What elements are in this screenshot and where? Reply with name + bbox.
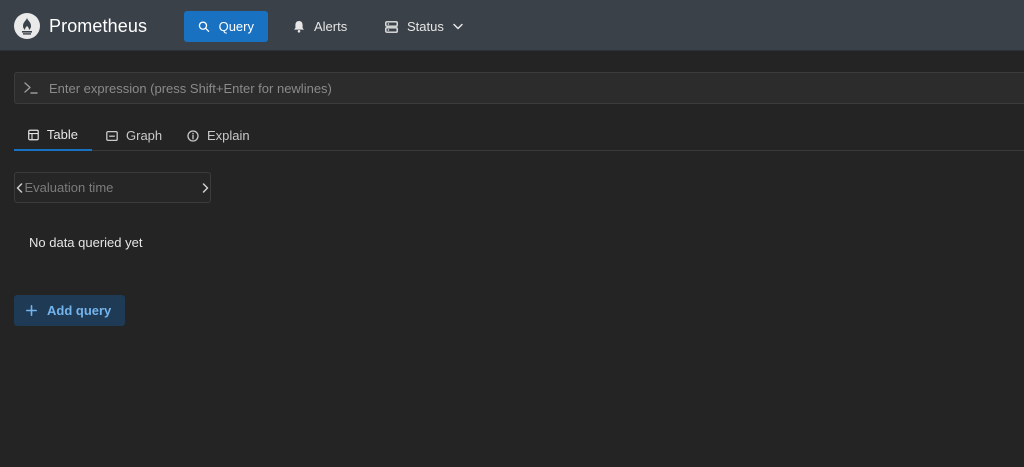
- query-panel-tabs: Table Graph Explain: [14, 120, 1024, 151]
- tab-graph[interactable]: Graph: [92, 120, 176, 151]
- tab-explain-label: Explain: [207, 128, 250, 143]
- chart-icon: [106, 130, 118, 141]
- search-icon: [198, 21, 210, 32]
- expression-input-container[interactable]: [14, 72, 1024, 104]
- top-navigation-bar: Prometheus Query Alerts Status: [0, 0, 1024, 51]
- prometheus-logo-icon: [14, 13, 40, 39]
- terminal-prompt-icon: [24, 82, 38, 94]
- tab-explain[interactable]: Explain: [173, 120, 264, 151]
- table-icon: [28, 129, 39, 140]
- nav-query-label: Query: [218, 19, 254, 34]
- chevron-left-icon: [17, 182, 23, 193]
- add-query-button[interactable]: Add query: [14, 295, 125, 326]
- plus-icon: [26, 305, 37, 316]
- expression-input[interactable]: [49, 74, 1024, 102]
- nav-status-dropdown[interactable]: Status: [371, 11, 477, 42]
- bell-icon: [294, 21, 304, 33]
- eval-time-next-button[interactable]: [201, 173, 211, 202]
- no-data-message: No data queried yet: [29, 235, 143, 250]
- tab-table[interactable]: Table: [14, 120, 92, 151]
- nav-alerts-button[interactable]: Alerts: [279, 11, 361, 42]
- add-query-label: Add query: [47, 303, 112, 318]
- evaluation-time-picker: [14, 172, 211, 203]
- chevron-down-icon: [453, 23, 463, 30]
- brand-title: Prometheus: [49, 15, 148, 36]
- tab-table-label: Table: [46, 127, 78, 142]
- info-circle-icon: [187, 129, 199, 142]
- nav-alerts-label: Alerts: [314, 19, 348, 34]
- nav-status-label: Status: [407, 19, 444, 34]
- eval-time-prev-button[interactable]: [15, 173, 25, 202]
- nav-query-button[interactable]: Query: [184, 11, 268, 42]
- evaluation-time-input[interactable]: [24, 173, 201, 202]
- server-icon: [385, 20, 398, 33]
- chevron-right-icon: [202, 182, 208, 193]
- tab-graph-label: Graph: [126, 128, 163, 143]
- brand[interactable]: Prometheus: [14, 13, 147, 39]
